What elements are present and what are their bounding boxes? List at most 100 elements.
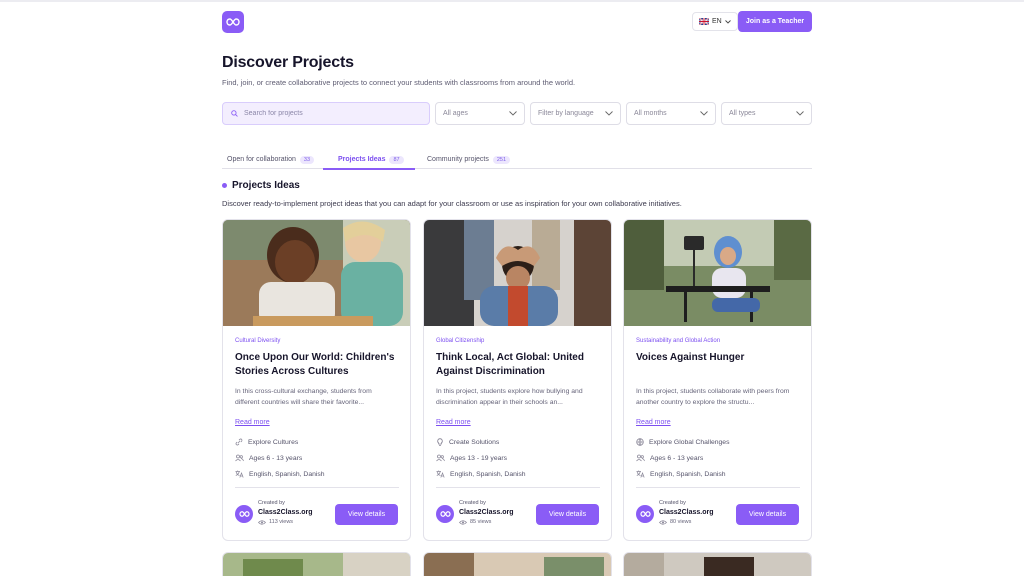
users-icon: [235, 454, 244, 462]
section-dot: [222, 183, 227, 188]
types-filter[interactable]: All types: [721, 102, 812, 125]
chevron-down-icon: [605, 111, 613, 116]
card-title: Voices Against Hunger: [636, 352, 745, 363]
project-card-partial: [423, 552, 612, 576]
language-label: EN: [712, 18, 722, 25]
card-views-label: 113 views: [269, 519, 294, 525]
project-card: Global Citizenship Think Local, Act Glob…: [423, 219, 612, 541]
search-box[interactable]: [222, 102, 430, 125]
card-languages: English, Spanish, Danish: [436, 469, 526, 479]
card-category: Global Citizenship: [436, 338, 485, 344]
chevron-down-icon: [724, 19, 731, 24]
card-ages-label: Ages 13 - 19 years: [450, 454, 508, 462]
tab-open-for-collaboration[interactable]: Open for collaboration 33: [227, 150, 315, 169]
language-selector[interactable]: EN: [692, 12, 738, 31]
created-by-label: Created by: [659, 500, 686, 506]
card-title: Once Upon Our World: Children's Stories …: [235, 352, 395, 377]
card-languages: English, Spanish, Danish: [636, 469, 726, 479]
translate-icon: [235, 470, 244, 478]
page-subtitle: Find, join, or create collaborative proj…: [222, 78, 576, 87]
tab-label: Open for collaboration: [227, 156, 296, 163]
read-more-link[interactable]: Read more: [636, 419, 671, 426]
card-goal: Create Solutions: [436, 437, 499, 447]
card-divider: [235, 487, 399, 488]
chevron-down-icon: [700, 111, 708, 116]
project-image: [424, 220, 611, 326]
search-icon: [231, 110, 238, 117]
created-by-label: Created by: [459, 500, 486, 506]
card-languages-label: English, Spanish, Danish: [249, 470, 325, 478]
creator-avatar: [436, 505, 454, 523]
created-by-label: Created by: [258, 500, 285, 506]
creator-name: Class2Class.org: [459, 509, 514, 516]
months-filter[interactable]: All months: [626, 102, 716, 125]
card-views: 113 views: [258, 519, 293, 525]
top-border: [0, 0, 1024, 2]
card-ages: Ages 6 - 13 years: [636, 453, 703, 463]
project-image: [424, 553, 611, 576]
months-filter-label: All months: [634, 110, 667, 117]
project-card: Cultural Diversity Once Upon Our World: …: [222, 219, 411, 541]
card-goal-label: Explore Global Challenges: [649, 438, 730, 446]
creator-name: Class2Class.org: [258, 509, 313, 516]
globe-icon: [636, 438, 644, 446]
users-icon: [636, 454, 645, 462]
eye-icon: [659, 519, 667, 525]
card-ages: Ages 13 - 19 years: [436, 453, 507, 463]
chevron-down-icon: [796, 111, 804, 116]
card-views: 85 views: [459, 519, 491, 525]
card-goal: Explore Global Challenges: [636, 437, 729, 447]
tab-projects-ideas[interactable]: Projects Ideas 87: [323, 150, 415, 170]
lightbulb-icon: [437, 438, 443, 446]
project-card: Sustainability and Global Action Voices …: [623, 219, 812, 541]
search-input[interactable]: [244, 110, 414, 117]
card-languages-label: English, Spanish, Danish: [650, 470, 726, 478]
view-details-button[interactable]: View details: [736, 504, 799, 525]
chevron-down-icon: [509, 111, 517, 116]
creator-avatar: [636, 505, 654, 523]
card-description: In this project, students collaborate wi…: [636, 388, 790, 406]
tab-community-projects[interactable]: Community projects 251: [427, 150, 511, 169]
view-details-button[interactable]: View details: [335, 504, 398, 525]
link-icon: [235, 438, 243, 446]
card-divider: [636, 487, 800, 488]
project-card-partial: [623, 552, 812, 576]
card-languages-label: English, Spanish, Danish: [450, 470, 526, 478]
card-goal-label: Create Solutions: [449, 438, 500, 446]
logo-icon: [639, 511, 651, 517]
section-description: Discover ready-to-implement project idea…: [222, 199, 682, 208]
translate-icon: [636, 470, 645, 478]
logo-icon[interactable]: [222, 11, 244, 33]
card-views-label: 80 views: [670, 519, 692, 525]
creator-name: Class2Class.org: [659, 509, 714, 516]
join-as-teacher-button[interactable]: Join as a Teacher: [738, 11, 812, 32]
section-title: Projects Ideas: [232, 180, 300, 191]
card-ages-label: Ages 6 - 13 years: [249, 454, 303, 462]
card-ages: Ages 6 - 13 years: [235, 453, 302, 463]
language-filter-label: Filter by language: [538, 110, 594, 117]
ages-filter[interactable]: All ages: [435, 102, 525, 125]
project-tabs: Open for collaboration 33 Projects Ideas…: [222, 150, 812, 170]
card-languages: English, Spanish, Danish: [235, 469, 325, 479]
logo-icon: [238, 511, 250, 517]
card-views-label: 85 views: [470, 519, 492, 525]
project-image: [223, 553, 410, 576]
types-filter-label: All types: [729, 110, 756, 117]
creator-avatar: [235, 505, 253, 523]
card-category: Sustainability and Global Action: [636, 338, 721, 344]
language-filter[interactable]: Filter by language: [530, 102, 621, 125]
card-ages-label: Ages 6 - 13 years: [650, 454, 704, 462]
card-views: 80 views: [659, 519, 691, 525]
tab-label: Community projects: [427, 156, 489, 163]
tab-count-badge: 33: [299, 155, 315, 164]
card-description: In this cross-cultural exchange, student…: [235, 388, 372, 406]
card-description: In this project, students explore how bu…: [436, 388, 583, 406]
project-card-partial: [222, 552, 411, 576]
tab-label: Projects Ideas: [338, 156, 386, 163]
project-image: [223, 220, 410, 326]
ages-filter-label: All ages: [443, 110, 468, 117]
view-details-button[interactable]: View details: [536, 504, 599, 525]
read-more-link[interactable]: Read more: [235, 419, 270, 426]
card-divider: [436, 487, 600, 488]
read-more-link[interactable]: Read more: [436, 419, 471, 426]
